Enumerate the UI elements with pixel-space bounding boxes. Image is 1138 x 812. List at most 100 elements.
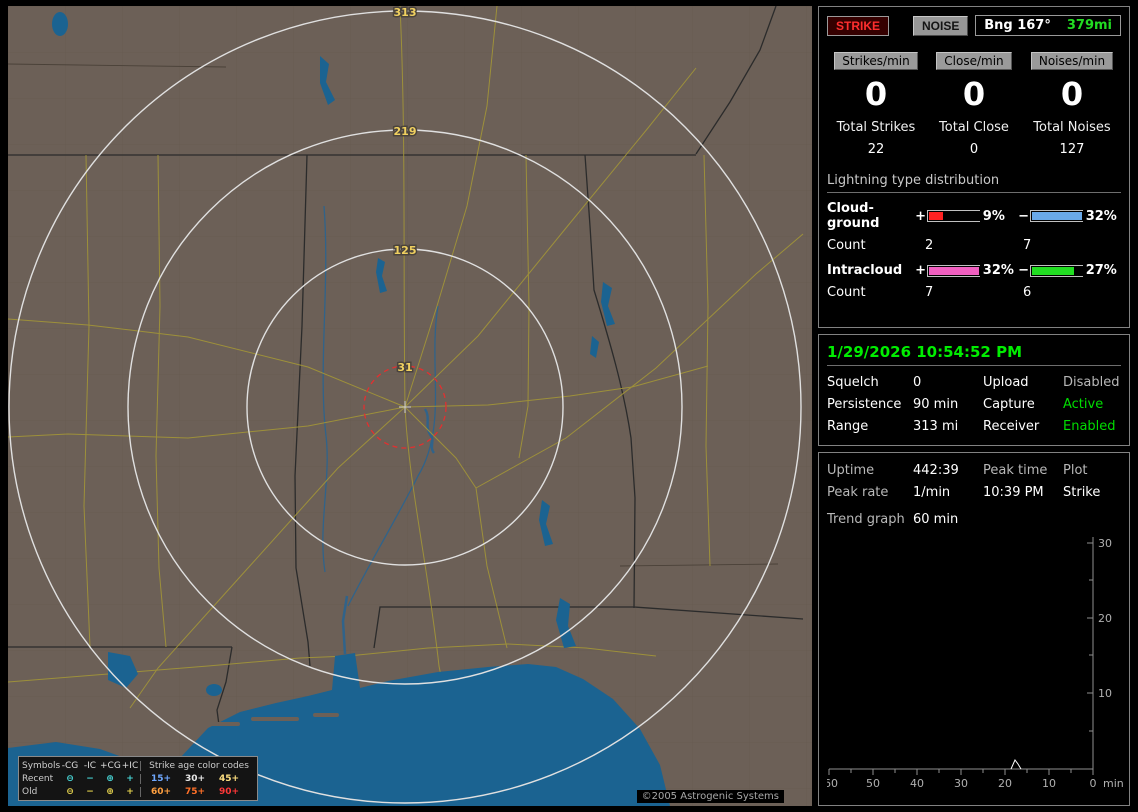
receiver-label: Receiver — [983, 419, 1040, 434]
pos-ic-icon: + — [126, 786, 134, 797]
x-tick-60: 60 — [827, 777, 838, 790]
map-svg: 313 219 125 31 — [8, 6, 812, 806]
legend-old-label: Old — [22, 786, 38, 797]
noises-per-min-counter: Noises/min 0 Total Noises 127 — [1023, 52, 1121, 157]
x-tick-10: 10 — [1042, 777, 1056, 790]
close-per-min-value: 0 — [962, 75, 986, 113]
map-legend: Symbols -CG -IC +CG +IC Strike age color… — [18, 756, 258, 801]
ic-minus-count: 6 — [1023, 285, 1032, 300]
total-close-label: Total Close — [939, 120, 1009, 135]
distribution-title: Lightning type distribution — [827, 173, 1000, 188]
ic-plus-fill — [928, 266, 979, 275]
strikes-per-min-value: 0 — [864, 75, 888, 113]
age-90: 90+ — [218, 786, 240, 797]
pos-ic-icon: + — [126, 773, 134, 784]
capture-status: Active — [1063, 397, 1104, 412]
x-tick-50: 50 — [866, 777, 880, 790]
cloud-ground-row: Cloud-ground + 9% − 32% — [827, 201, 1121, 231]
legend-col-neg-ic: -IC — [83, 760, 97, 771]
ic-minus-bar — [1029, 264, 1083, 277]
ring-label-125: 125 — [394, 244, 417, 257]
upload-status: Disabled — [1063, 375, 1120, 390]
legend-recent-row: Recent ⊖ − ⊕ + 15+ 30+ 45+ — [22, 772, 254, 785]
x-tick-40: 40 — [910, 777, 924, 790]
ic-plus-bar — [926, 264, 980, 277]
y-tick-20: 20 — [1098, 612, 1112, 625]
intracloud-count-row: Count 7 6 — [827, 285, 1121, 300]
map-view[interactable]: 313 219 125 31 Symbols -CG -IC +CG +IC S… — [8, 6, 812, 806]
ring-label-313: 313 — [394, 6, 417, 19]
count-label: Count — [827, 238, 866, 253]
stats-grid: Uptime 442:39 Peak time Plot Peak rate 1… — [827, 463, 1123, 500]
age-30: 30+ — [184, 773, 206, 784]
pos-cg-icon: ⊕ — [106, 786, 114, 797]
total-strikes-value: 22 — [867, 142, 885, 157]
x-tick-0: 0 — [1090, 777, 1097, 790]
lightning-tracker-app: 313 219 125 31 Symbols -CG -IC +CG +IC S… — [0, 0, 1138, 812]
y-tick-30: 30 — [1098, 537, 1112, 550]
neg-ic-icon: − — [86, 786, 94, 797]
cg-minus-pct: 32% — [1085, 208, 1117, 224]
total-close-value: 0 — [969, 142, 979, 157]
legend-header-row: Symbols -CG -IC +CG +IC Strike age color… — [22, 759, 254, 772]
squelch-value: 0 — [913, 375, 922, 390]
uptime-label: Uptime — [827, 463, 875, 478]
minus-sign: − — [1018, 208, 1029, 224]
peak-rate-value: 1/min — [913, 485, 951, 500]
legend-old-row: Old ⊖ − ⊕ + 60+ 75+ 90+ — [22, 785, 254, 798]
legend-recent-ages: 15+ 30+ 45+ — [140, 773, 254, 784]
copyright-text: ©2005 Astrogenic Systems — [636, 790, 784, 803]
intracloud-label: Intracloud — [827, 263, 903, 278]
trend-spike — [1010, 759, 1022, 770]
bearing-value: Bng 167° — [984, 18, 1051, 33]
ic-minus-fill — [1031, 266, 1074, 275]
x-tick-30: 30 — [954, 777, 968, 790]
total-noises-value: 127 — [1059, 142, 1085, 157]
cg-plus-fill — [928, 212, 943, 220]
age-75: 75+ — [184, 786, 206, 797]
age-45: 45+ — [218, 773, 240, 784]
cg-minus-bar — [1029, 210, 1083, 222]
age-15: 15+ — [150, 773, 172, 784]
close-per-min-label: Close/min — [936, 52, 1012, 70]
peak-time-value: 10:39 PM — [983, 485, 1044, 500]
status-grid: Squelch 0 Upload Disabled Persistence 90… — [827, 375, 1121, 434]
x-axis-unit: min — [1103, 777, 1124, 790]
status-section: 1/29/2026 10:54:52 PM Squelch 0 Upload D… — [818, 334, 1130, 446]
ic-plus-count: 7 — [925, 285, 934, 300]
noise-mode-button[interactable]: NOISE — [913, 15, 969, 36]
age-60: 60+ — [150, 786, 172, 797]
legend-col-neg-cg: -CG — [61, 760, 79, 771]
bearing-distance: 379mi — [1066, 18, 1112, 33]
legend-recent-label: Recent — [22, 773, 54, 784]
strike-mode-button[interactable]: STRIKE — [827, 15, 890, 36]
neg-ic-icon: − — [86, 773, 94, 784]
divider — [827, 192, 1121, 193]
legend-old-ages: 60+ 75+ 90+ — [140, 786, 254, 797]
ring-label-219: 219 — [394, 125, 417, 138]
plus-sign: + — [915, 263, 927, 278]
cloud-ground-count-row: Count 2 7 — [827, 238, 1121, 253]
cg-minus-count: 7 — [1023, 238, 1032, 253]
persistence-value: 90 min — [913, 397, 959, 412]
y-tick-10: 10 — [1098, 687, 1112, 700]
uptime-value: 442:39 — [913, 463, 959, 478]
trend-window-value: 60 min — [913, 512, 959, 527]
plot-label: Plot — [1063, 463, 1088, 478]
legend-symbols-header: Symbols — [22, 760, 61, 771]
count-label: Count — [827, 285, 866, 300]
x-tick-20: 20 — [998, 777, 1012, 790]
minus-sign: − — [1018, 263, 1029, 278]
cg-plus-count: 2 — [925, 238, 934, 253]
bearing-display: Bng 167° 379mi — [975, 15, 1121, 36]
noises-per-min-value: 0 — [1060, 75, 1084, 113]
current-timestamp: 1/29/2026 10:54:52 PM — [827, 343, 1022, 361]
total-strikes-label: Total Strikes — [836, 120, 916, 135]
trend-graph-label: Trend graph — [827, 512, 905, 527]
counters-section: STRIKE NOISE Bng 167° 379mi Strikes/min … — [818, 6, 1130, 328]
legend-age-header: Strike age color codes — [140, 760, 254, 771]
cg-minus-fill — [1031, 212, 1082, 220]
noises-per-min-label: Noises/min — [1030, 52, 1114, 70]
neg-cg-icon: ⊖ — [66, 773, 74, 784]
plot-value: Strike — [1063, 485, 1101, 500]
